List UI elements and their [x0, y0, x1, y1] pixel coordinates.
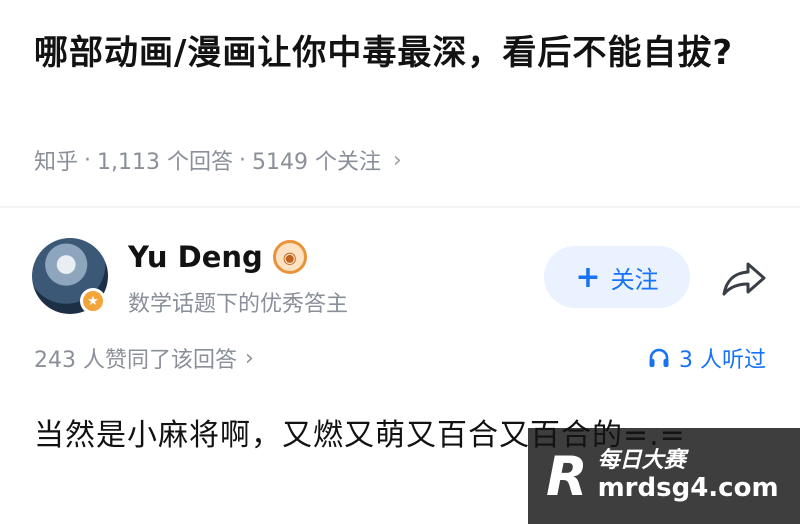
chevron-right-icon: ›: [392, 147, 402, 173]
question-header: 哪部动画/漫画让你中毒最深，看后不能自拔?: [34, 24, 764, 82]
star-badge-icon: ★: [80, 288, 106, 314]
question-title[interactable]: 哪部动画/漫画让你中毒最深，看后不能自拔?: [34, 24, 764, 82]
answer-count: 1,113 个回答: [97, 150, 233, 175]
listener-count: 3 人听过: [679, 348, 766, 373]
author-description: 数学话题下的优秀答主: [128, 292, 349, 317]
follower-count: 5149 个关注: [252, 150, 381, 175]
author-name-row[interactable]: Yu Deng ◉: [128, 240, 307, 274]
vote-stats[interactable]: 243 人赞同了该回答 ›: [34, 342, 254, 374]
section-divider: [0, 206, 800, 208]
follow-label: 关注: [610, 265, 659, 294]
watermark-logo: R: [546, 444, 588, 508]
watermark: R 每日大赛 mrdsg4.com: [528, 428, 800, 524]
meta-separator: ·: [239, 147, 246, 173]
share-button[interactable]: [716, 254, 772, 302]
eye-badge-icon: ◉: [272, 240, 307, 274]
watermark-text: 每日大赛 mrdsg4.com: [597, 448, 779, 503]
follow-button[interactable]: + 关注: [544, 246, 690, 308]
plus-icon: +: [575, 259, 601, 295]
meta-separator: ·: [84, 147, 92, 173]
source-label: 知乎: [34, 150, 79, 175]
listen-stats[interactable]: 3 人听过: [647, 342, 766, 374]
vote-count: 243 人赞同了该回答: [34, 348, 237, 373]
author-name[interactable]: Yu Deng: [128, 240, 263, 274]
chevron-right-icon: ›: [245, 345, 254, 371]
headphones-icon: [649, 348, 669, 367]
share-arrow-icon: [722, 262, 766, 296]
question-meta[interactable]: 知乎 · 1,113 个回答 · 5149 个关注 ›: [34, 144, 402, 176]
